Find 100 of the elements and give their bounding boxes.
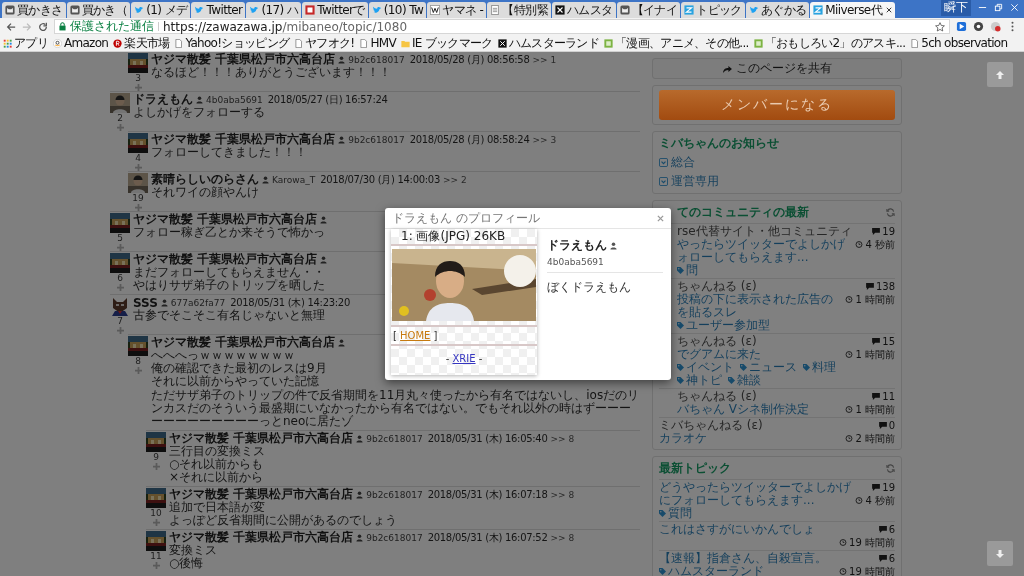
topic-link[interactable]: 投稿の下に表示された広告の [677,293,833,306]
reply-link[interactable]: >> 8 [550,532,575,543]
plus-icon[interactable] [116,124,124,131]
bookmark-link[interactable]: Amazon [63,36,109,50]
topic-link[interactable]: やったらツイッターでよしかげ [677,238,845,251]
reply-link[interactable]: >> 8 [550,433,575,444]
scroll-down-button[interactable] [987,541,1013,566]
browser-tab[interactable]: トピック [681,2,745,18]
browser-tab[interactable]: Twitter [191,2,246,18]
tag-link[interactable]: ユーザー参加型 [686,319,770,332]
browser-tab[interactable]: ハムスタ [551,2,616,18]
topic-link[interactable]: ォローしてもらえます... [677,251,809,264]
browser-tab[interactable]: 買かき（ [66,2,131,18]
plus-icon[interactable] [116,244,124,251]
browser-tab[interactable]: 【特別緊 [487,2,551,18]
bookmark-link[interactable]: ヤフオク! [305,34,355,52]
topic-link[interactable]: にフォローしてもらえます... [659,494,815,507]
post-date: 2018/05/31 (木) 14:23:20 [230,295,350,309]
refresh-icon[interactable] [886,208,895,217]
scroll-up-button[interactable] [987,62,1013,87]
star-icon[interactable] [935,21,945,32]
notice-link[interactable]: 運営専用 [671,173,719,190]
topic-link[interactable]: でグアムに来た [677,348,761,361]
extension-icon[interactable] [973,21,984,32]
share-button[interactable]: このページを共有 [652,58,902,79]
tag-link[interactable]: 神トピ [686,374,722,387]
refresh-icon[interactable] [886,464,895,473]
restore-icon[interactable] [994,2,1003,12]
tag-icon [677,364,684,371]
comment-icon [865,283,874,290]
bookmark-link[interactable]: IE ブックマーク [411,34,493,52]
topic-link[interactable]: これはさすがにいかんでしょ [659,523,815,536]
topic-link[interactable]: どうやったらツイッターでよしかげ [659,481,851,494]
plus-icon[interactable] [116,284,124,291]
plus-icon[interactable] [134,204,142,211]
browser-tab[interactable]: ヤマネ - [427,2,487,18]
reply-link[interactable]: >> 8 [550,489,575,500]
plus-icon[interactable] [152,519,160,526]
browser-tab[interactable]: (1) メデ [131,2,191,18]
browser-tab[interactable]: Miiverse代 [810,2,896,18]
topic-link[interactable]: カラオケ [659,432,707,445]
bookmark-link[interactable]: ハムスターランド [508,34,599,52]
extension-icon[interactable] [990,21,1001,32]
tag-link[interactable]: ニュース [749,361,797,374]
author-name[interactable]: ドラえもん [133,91,193,108]
footer-link[interactable]: XRIE [452,353,476,364]
tag-link[interactable]: 質問 [668,507,692,520]
author-name[interactable]: ヤジマ散髪 千葉県松戸市六高台店 [151,52,336,68]
reply-link[interactable]: >> 2 [442,174,467,185]
profile-button[interactable]: 瞬下 [941,0,971,16]
plus-icon[interactable] [134,84,142,91]
tag-link[interactable]: 雑談 [737,374,761,387]
notice-link[interactable]: 総合 [671,154,695,171]
bookmark-link[interactable]: アプリ [14,34,48,52]
plus-icon[interactable] [134,164,142,171]
footer-line: - XRIE - [444,353,484,364]
browser-tab[interactable]: 買かきさ [2,2,66,18]
forward-arrow-icon[interactable] [22,21,32,32]
browser-tab[interactable]: (10) Tw [368,2,427,18]
topic-link[interactable]: バちゃん Vシネ制作決定 [677,403,810,416]
tag-link[interactable]: ハムスターランド [668,565,764,576]
author-name[interactable]: ヤジマ散髪 千葉県松戸市六高台店 [133,251,318,268]
tag-link[interactable]: 料理 [812,361,836,374]
user-icon [356,434,364,443]
topic-link[interactable]: 【速報】指倉さん、自殺宣言。 [659,552,827,565]
reply-link[interactable]: >> 1 [532,54,557,65]
address-bar[interactable]: 保護された通信 https://zawazawa.jp/mibaneo/topic/1080 [54,19,950,34]
browser-tab[interactable]: (17) ハ [246,2,302,18]
browser-tab[interactable]: 【イナイ [616,2,681,18]
author-name[interactable]: SSS [133,295,158,310]
bookmark-link[interactable]: 「漫画、アニメ、その他... [615,34,749,52]
home-link[interactable]: HOME [400,330,431,341]
author-name[interactable]: ヤジマ散髪 千葉県松戸市六高台店 [151,131,336,148]
plus-icon[interactable] [152,463,160,470]
post-text: 変換ミス [169,544,217,557]
close-icon[interactable] [886,7,893,13]
post-time: 19 時間前 [849,536,895,549]
reply-link[interactable]: >> 3 [532,134,557,145]
back-arrow-icon[interactable] [6,21,16,32]
tag-link[interactable]: 問 [686,264,698,277]
bookmark-link[interactable]: 5ch observation [921,36,1008,50]
x-logo-icon [554,5,565,15]
browser-tab[interactable]: Twitterで [302,2,368,18]
reload-icon[interactable] [38,21,48,32]
browser-tab[interactable]: あぐかる [745,2,810,18]
bookmark-link[interactable]: 「おもしろい2」のアスキ... [764,34,906,52]
author-name[interactable]: ヤジマ散髪 千葉県松戸市六高台店 [151,334,336,351]
post-time: 19 時間前 [849,565,895,576]
bookmark-link[interactable]: Yahoo!ショッピング [185,34,290,52]
topic-link[interactable]: を貼るスレ [677,306,737,319]
tag-link[interactable]: イベント [686,361,734,374]
extension-icon[interactable] [956,21,967,32]
member-button[interactable]: メンバーになる [659,90,895,120]
plus-icon[interactable] [116,327,124,334]
clock-icon [845,435,854,442]
bookmark-link[interactable]: 楽天市場 [124,34,170,52]
user-icon [262,175,269,184]
plus-icon[interactable] [134,367,142,374]
bookmark-link[interactable]: HMV [370,36,396,50]
plus-icon[interactable] [152,562,160,569]
